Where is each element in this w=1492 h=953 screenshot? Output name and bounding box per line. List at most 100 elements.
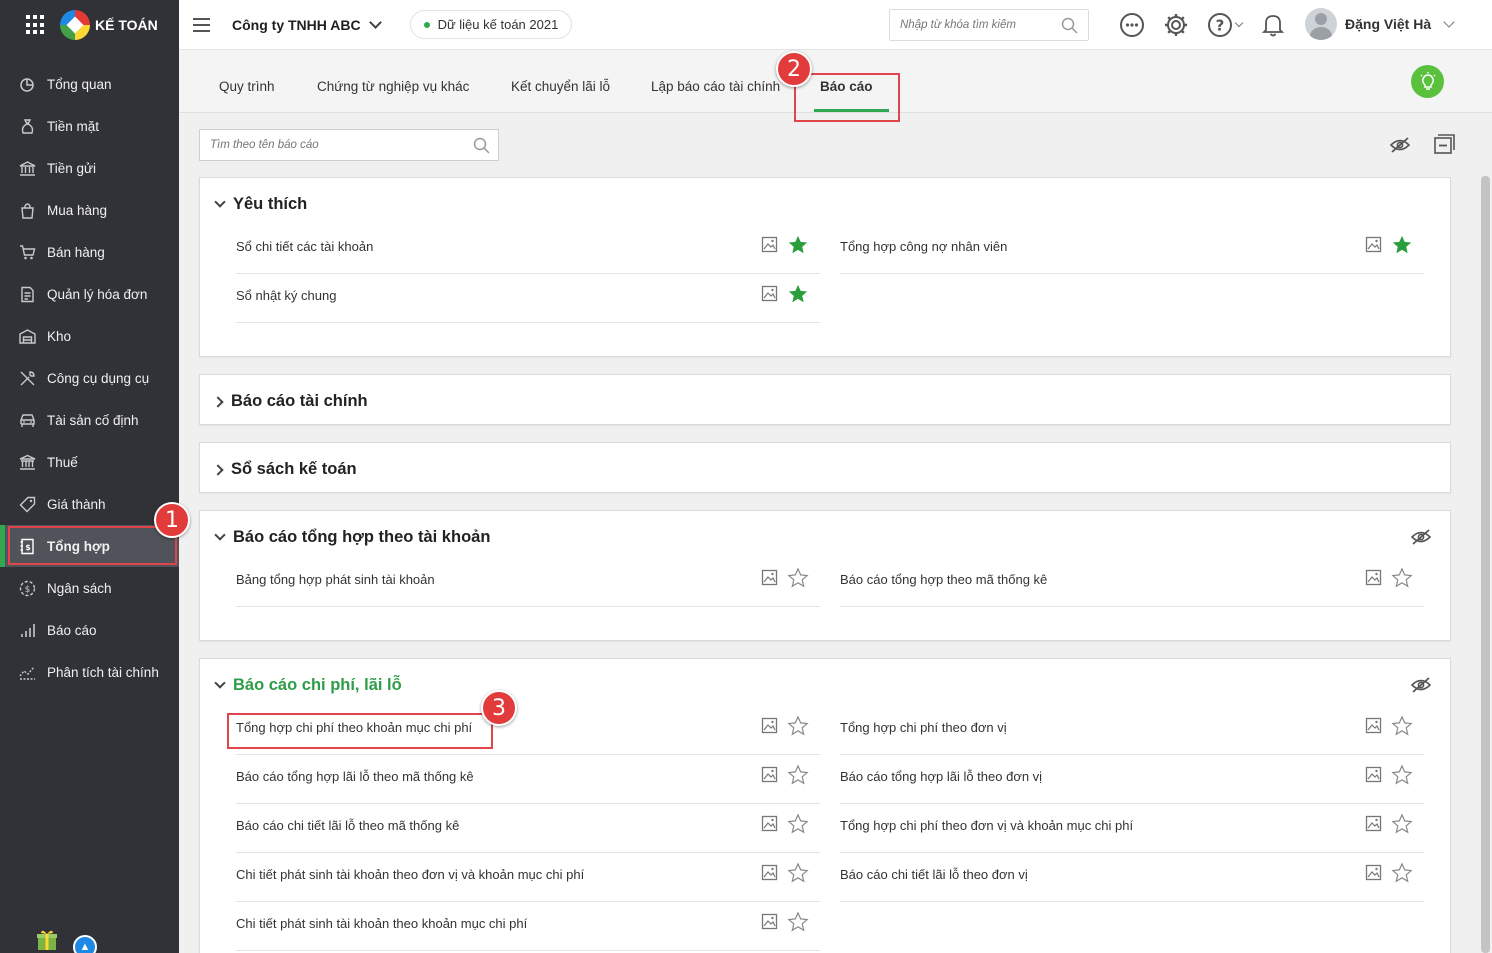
report-label[interactable]: Báo cáo chi tiết lãi lỗ theo mã thống kê — [236, 818, 459, 833]
preview-image-icon[interactable] — [1365, 569, 1382, 586]
sidebar-item-tong-quan[interactable]: Tổng quan — [0, 63, 179, 105]
star-outline-icon[interactable] — [1391, 813, 1413, 835]
search-icon[interactable] — [473, 137, 490, 154]
report-label[interactable]: Chi tiết phát sinh tài khoản theo khoản … — [236, 916, 527, 931]
menu-toggle-icon[interactable] — [193, 14, 210, 36]
preview-image-icon[interactable] — [1365, 766, 1382, 783]
settings-gear-icon[interactable] — [1163, 12, 1189, 38]
tab-chung-tu-nghiep-vu-khac[interactable]: Chứng từ nghiệp vụ khác — [317, 79, 469, 94]
preview-image-icon[interactable] — [761, 766, 778, 783]
star-filled-icon[interactable] — [787, 283, 809, 305]
sidebar-item-bao-cao[interactable]: Báo cáo — [0, 609, 179, 651]
star-outline-icon[interactable] — [787, 911, 809, 933]
gift-icon[interactable] — [36, 928, 58, 950]
star-outline-icon[interactable] — [1391, 764, 1413, 786]
search-icon[interactable] — [1061, 17, 1078, 34]
sidebar-item-quan-ly-hoa-don[interactable]: Quản lý hóa đơn — [0, 273, 179, 315]
report-row[interactable]: Bảng tổng hợp phát sinh tài khoản — [236, 558, 820, 607]
report-label[interactable]: Sổ nhật ký chung — [236, 288, 336, 303]
tips-lightbulb-icon[interactable] — [1411, 65, 1444, 98]
report-search-input[interactable] — [210, 139, 460, 151]
report-label[interactable]: Tổng hợp chi phí theo đơn vị và khoản mụ… — [840, 818, 1133, 833]
section-header[interactable]: Báo cáo tài chính — [212, 392, 368, 411]
sidebar-item-tai-san-co-dinh[interactable]: Tài sản cố định — [0, 399, 179, 441]
hide-section-eye-icon[interactable] — [1410, 527, 1432, 547]
star-filled-icon[interactable] — [1391, 234, 1413, 256]
report-label[interactable]: Sổ chi tiết các tài khoản — [236, 239, 373, 254]
star-outline-icon[interactable] — [787, 567, 809, 589]
report-row[interactable]: Báo cáo tổng hợp lãi lỗ theo đơn vị — [840, 755, 1424, 804]
help-menu[interactable]: ? — [1207, 12, 1244, 38]
sidebar-item-tien-gui[interactable]: Tiền gửi — [0, 147, 179, 189]
star-outline-icon[interactable] — [787, 715, 809, 737]
star-outline-icon[interactable] — [1391, 715, 1413, 737]
report-row[interactable]: Báo cáo chi tiết lãi lỗ theo đơn vị — [840, 853, 1424, 902]
report-row[interactable]: Báo cáo tổng hợp lãi lỗ theo mã thống kê — [236, 755, 820, 804]
report-row[interactable]: Sổ chi tiết các tài khoản — [236, 225, 820, 274]
report-label[interactable]: Báo cáo tổng hợp lãi lỗ theo đơn vị — [840, 769, 1042, 784]
sidebar-item-mua-hang[interactable]: Mua hàng — [0, 189, 179, 231]
highlight-box-report — [227, 713, 493, 749]
notification-bell-icon[interactable] — [1260, 12, 1286, 38]
star-filled-icon[interactable] — [787, 234, 809, 256]
star-outline-icon[interactable] — [787, 813, 809, 835]
star-outline-icon[interactable] — [1391, 567, 1413, 589]
report-row[interactable]: Tổng hợp chi phí theo đơn vị và khoản mụ… — [840, 804, 1424, 853]
report-row[interactable]: Sổ nhật ký chung — [236, 274, 820, 323]
sidebar-item-kho[interactable]: Kho — [0, 315, 179, 357]
preview-image-icon[interactable] — [1365, 815, 1382, 832]
report-label[interactable]: Bảng tổng hợp phát sinh tài khoản — [236, 572, 435, 587]
report-label[interactable]: Tổng hợp chi phí theo đơn vị — [840, 720, 1007, 735]
report-label[interactable]: Tổng hợp công nợ nhân viên — [840, 239, 1007, 254]
user-menu[interactable]: Đặng Việt Hà — [1305, 8, 1455, 40]
sidebar-item-ngan-sach[interactable]: $ Ngân sách — [0, 567, 179, 609]
scroll-up-button[interactable]: ▲ — [73, 935, 97, 953]
tab-ket-chuyen-lai-lo[interactable]: Kết chuyển lãi lỗ — [511, 79, 610, 94]
hide-eye-icon[interactable] — [1389, 135, 1411, 155]
sidebar-item-thue[interactable]: Thuế — [0, 441, 179, 483]
report-label[interactable]: Báo cáo tổng hợp lãi lỗ theo mã thống kê — [236, 769, 474, 784]
section-header[interactable]: Yêu thích — [214, 195, 307, 214]
scrollbar-thumb[interactable] — [1481, 176, 1490, 953]
star-outline-icon[interactable] — [1391, 862, 1413, 884]
section-header[interactable]: Báo cáo tổng hợp theo tài khoản — [214, 528, 490, 547]
more-options-icon[interactable] — [1119, 12, 1145, 38]
preview-image-icon[interactable] — [761, 285, 778, 302]
sidebar-item-tien-mat[interactable]: Tiền mặt — [0, 105, 179, 147]
report-row[interactable]: Tổng hợp công nợ nhân viên — [840, 225, 1424, 274]
app-grid-icon[interactable] — [26, 15, 46, 35]
report-row[interactable]: Báo cáo tổng hợp theo mã thống kê — [840, 558, 1424, 607]
star-outline-icon[interactable] — [787, 764, 809, 786]
section-header[interactable]: Sổ sách kế toán — [212, 460, 357, 479]
report-row[interactable]: Tổng hợp chi phí theo đơn vị — [840, 706, 1424, 755]
preview-image-icon[interactable] — [1365, 864, 1382, 881]
data-year-pill[interactable]: Dữ liệu kế toán 2021 — [409, 10, 573, 39]
hide-section-eye-icon[interactable] — [1410, 675, 1432, 695]
preview-image-icon[interactable] — [761, 913, 778, 930]
preview-image-icon[interactable] — [1365, 236, 1382, 253]
report-row[interactable]: Chi tiết phát sinh tài khoản theo khoản … — [236, 902, 820, 951]
preview-image-icon[interactable] — [761, 236, 778, 253]
section-header[interactable]: Báo cáo chi phí, lãi lỗ — [214, 676, 402, 695]
company-selector[interactable]: Công ty TNHH ABC — [232, 15, 382, 33]
preview-image-icon[interactable] — [761, 864, 778, 881]
report-label[interactable]: Chi tiết phát sinh tài khoản theo đơn vị… — [236, 867, 584, 882]
preview-image-icon[interactable] — [761, 717, 778, 734]
global-search-input[interactable] — [900, 19, 1050, 31]
tab-lap-bao-cao-tai-chinh[interactable]: Lập báo cáo tài chính — [651, 79, 780, 94]
report-row[interactable]: Báo cáo chi tiết lãi lỗ theo mã thống kê — [236, 804, 820, 853]
report-label[interactable]: Báo cáo chi tiết lãi lỗ theo đơn vị — [840, 867, 1028, 882]
report-label[interactable]: Báo cáo tổng hợp theo mã thống kê — [840, 572, 1047, 587]
preview-image-icon[interactable] — [1365, 717, 1382, 734]
preview-image-icon[interactable] — [761, 569, 778, 586]
sidebar-item-ban-hang[interactable]: Bán hàng — [0, 231, 179, 273]
sidebar-item-phan-tich-tai-chinh[interactable]: Phân tích tài chính — [0, 651, 179, 693]
star-outline-icon[interactable] — [787, 862, 809, 884]
preview-image-icon[interactable] — [761, 815, 778, 832]
collapse-all-icon[interactable] — [1433, 133, 1455, 155]
sidebar-item-label: Ngân sách — [47, 580, 112, 596]
report-row[interactable]: Chi tiết phát sinh tài khoản theo đơn vị… — [236, 853, 820, 902]
sidebar-item-cong-cu-dung-cu[interactable]: Công cụ dụng cụ — [0, 357, 179, 399]
sidebar-item-gia-thanh[interactable]: Giá thành — [0, 483, 179, 525]
tab-quy-trinh[interactable]: Quy trình — [219, 79, 275, 94]
